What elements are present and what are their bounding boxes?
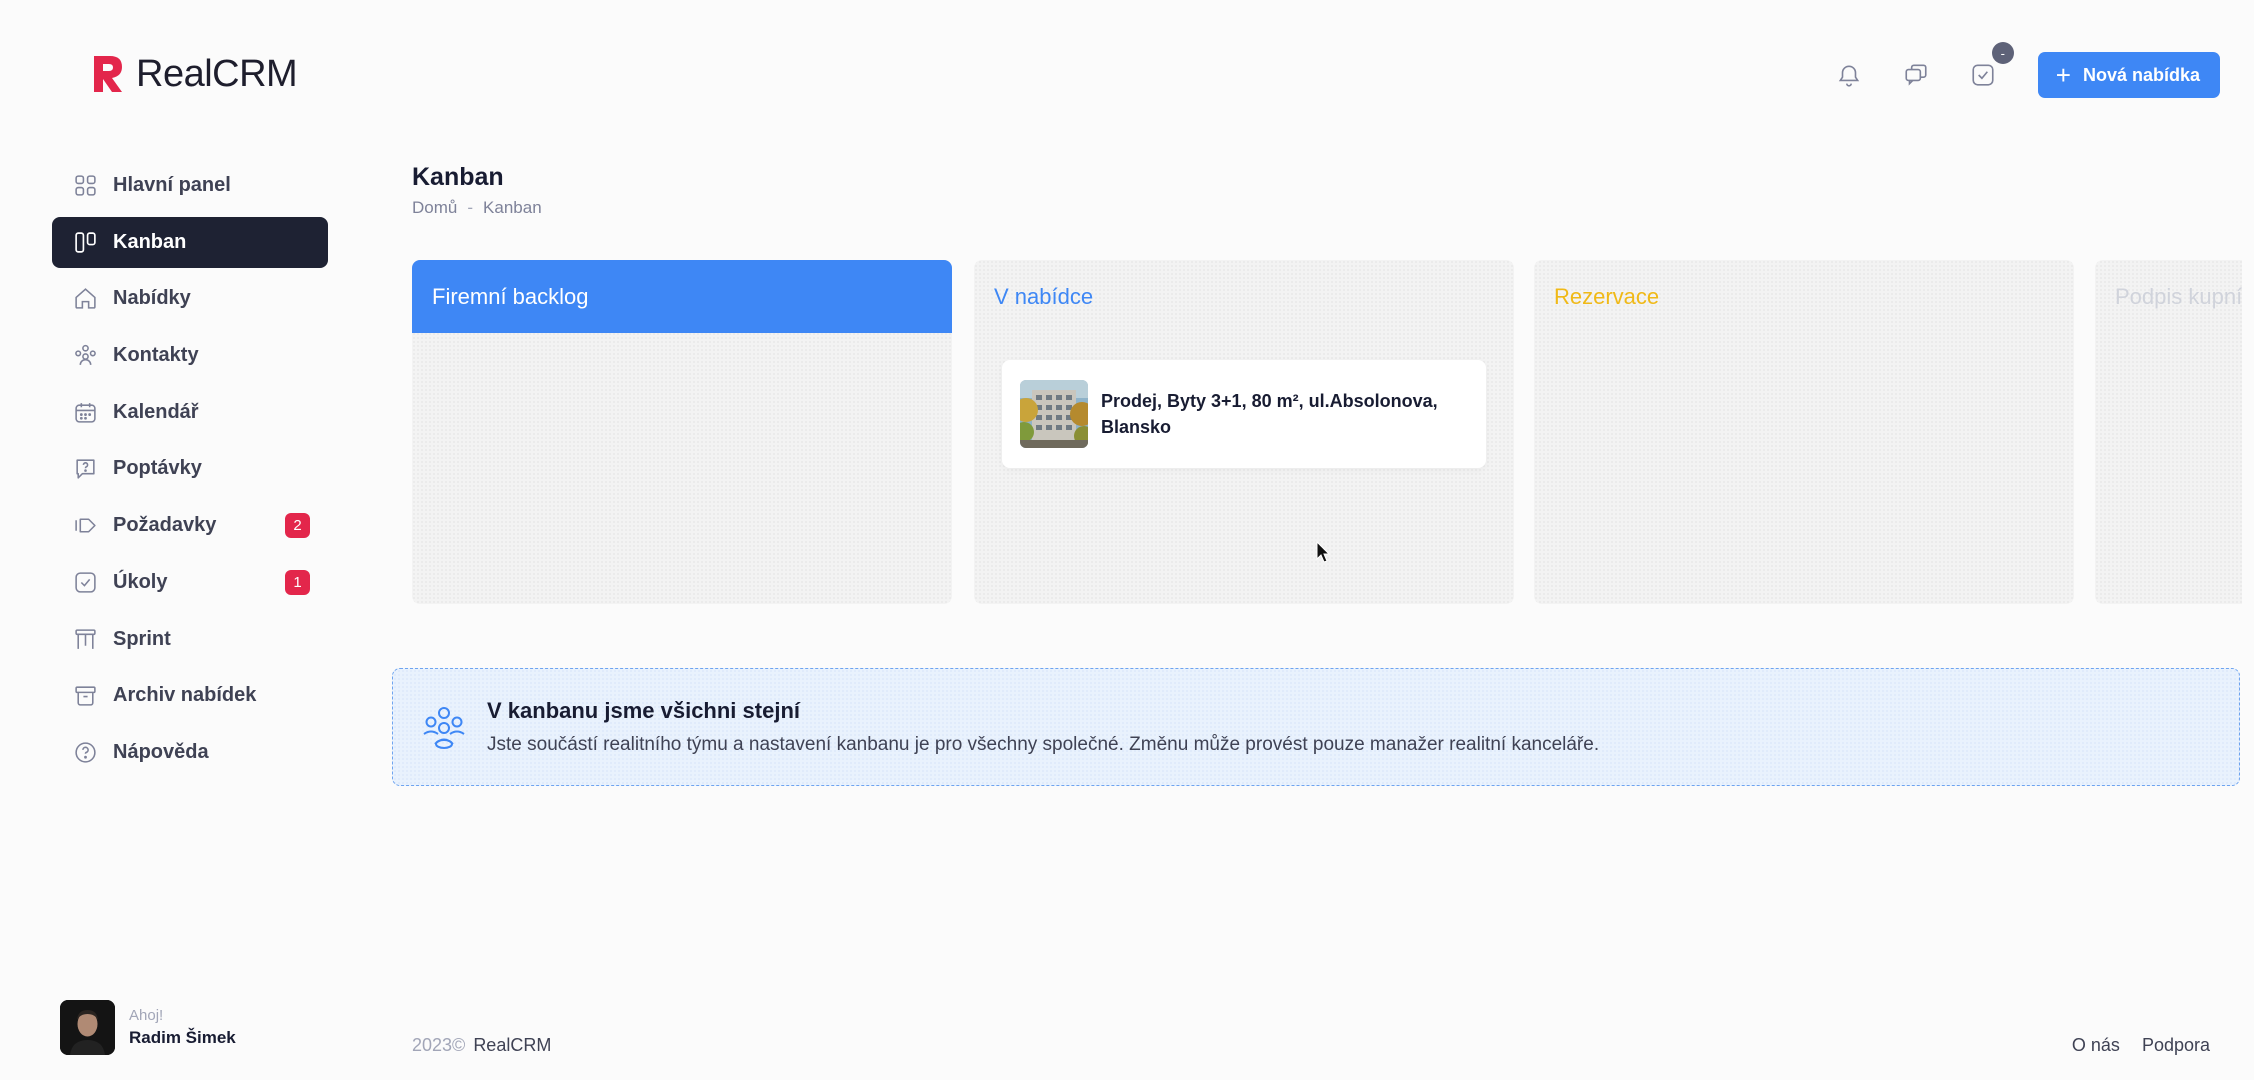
footer-links: O nás Podpora <box>2072 1035 2210 1056</box>
user-profile[interactable]: Ahoj! Radim Šimek <box>60 1000 236 1055</box>
info-text: Jste součástí realitního týmu a nastaven… <box>487 734 1600 755</box>
avatar <box>60 1000 115 1055</box>
card-title-line: Prodej, Byty 3+1, 80 m², ul.Absolonova, <box>1101 391 1438 411</box>
sidebar-item-archive[interactable]: Archiv nabídek <box>52 670 328 721</box>
footer-link-about[interactable]: O nás <box>2072 1035 2120 1056</box>
sprint-icon <box>72 626 98 652</box>
sidebar-item-label: Kontakty <box>113 344 199 367</box>
new-offer-label: Nová nabídka <box>2082 64 2200 85</box>
new-offer-button[interactable]: + Nová nabídka <box>2037 52 2220 98</box>
kanban-column-offered[interactable]: V nabídce Prodej, Byty 3+1, 80 m², ul.Ab… <box>974 260 1514 604</box>
messages-button[interactable] <box>1893 52 1939 98</box>
plus-icon: + <box>2055 60 2071 90</box>
breadcrumb: Domů - Kanban <box>412 198 542 218</box>
sidebar-item-sprint[interactable]: Sprint <box>52 614 328 665</box>
column-title: Rezervace <box>1554 283 1660 309</box>
kanban-column-contract[interactable]: Podpis kupní smlouvy <box>2095 260 2242 604</box>
help-icon <box>72 739 98 765</box>
sidebar-item-requests[interactable]: Požadavky 2 <box>52 500 328 551</box>
column-title: Podpis kupní smlouvy <box>2115 283 2242 309</box>
sidebar: Hlavní panel Kanban Nabídky Kontakty Kal… <box>52 160 328 784</box>
column-title: V nabídce <box>994 283 1094 309</box>
tasks-count-badge: 1 <box>285 569 310 595</box>
check-square-icon <box>1972 64 1994 86</box>
sidebar-item-label: Archiv nabídek <box>113 684 257 707</box>
sidebar-item-calendar[interactable]: Kalendář <box>52 387 328 438</box>
logo-text: RealCRM <box>136 52 298 95</box>
sidebar-item-dashboard[interactable]: Hlavní panel <box>52 160 328 211</box>
tasks-button[interactable]: - <box>1960 42 2014 98</box>
sidebar-item-label: Úkoly <box>113 570 168 593</box>
sidebar-item-help[interactable]: Nápověda <box>52 727 328 778</box>
kanban-icon <box>72 229 98 255</box>
breadcrumb-separator: - <box>467 198 474 217</box>
card-title: Prodej, Byty 3+1, 80 m², ul.Absolonova, … <box>1101 388 1438 440</box>
requests-badge: 2 <box>285 513 310 539</box>
check-icon <box>72 569 98 595</box>
sidebar-item-label: Nápověda <box>113 740 209 763</box>
sidebar-item-label: Požadavky <box>113 514 217 537</box>
sidebar-item-label: Kanban <box>113 230 187 253</box>
logo-icon <box>94 56 122 92</box>
footer-year: 2023© <box>412 1035 466 1055</box>
sidebar-item-label: Sprint <box>113 627 171 650</box>
chat-icon <box>1905 64 1927 86</box>
user-greeting: Ahoj! <box>129 1007 164 1024</box>
breadcrumb-current: Kanban <box>483 198 542 217</box>
sidebar-item-label: Nabídky <box>113 287 191 310</box>
logo[interactable]: RealCRM <box>90 52 298 96</box>
grid-icon <box>72 173 98 199</box>
column-title: Firemní backlog <box>412 260 952 333</box>
property-thumbnail <box>1020 380 1088 448</box>
people-icon <box>72 343 98 369</box>
sidebar-item-label: Kalendář <box>113 400 199 423</box>
team-icon <box>423 707 465 749</box>
footer-copyright: 2023© RealCRM <box>412 1035 551 1056</box>
home-icon <box>72 286 98 312</box>
info-notice: V kanbanu jsme všichni stejní Jste součá… <box>392 668 2240 786</box>
sidebar-item-kanban[interactable]: Kanban <box>52 216 328 268</box>
kanban-column-reservation[interactable]: Rezervace <box>1534 260 2074 604</box>
forward-icon <box>72 513 98 539</box>
sidebar-item-contacts[interactable]: Kontakty <box>52 330 328 381</box>
bell-icon <box>1838 65 1859 87</box>
sidebar-item-label: Hlavní panel <box>113 174 231 196</box>
info-title: V kanbanu jsme všichni stejní <box>487 698 800 723</box>
kanban-column-backlog[interactable]: Firemní backlog <box>412 260 952 604</box>
footer-link-support[interactable]: Podpora <box>2142 1035 2210 1056</box>
mouse-cursor-icon <box>1316 541 1331 563</box>
card-title-line: Blansko <box>1101 417 1172 437</box>
breadcrumb-home[interactable]: Domů <box>412 198 457 218</box>
tasks-badge: - <box>1991 42 2014 64</box>
header-actions: - + Nová nabídka <box>1805 42 2220 98</box>
sidebar-item-offers[interactable]: Nabídky <box>52 273 328 324</box>
page-title: Kanban <box>412 163 504 191</box>
user-name: Radim Šimek <box>129 1028 236 1047</box>
sidebar-item-label: Poptávky <box>113 457 202 480</box>
sidebar-item-tasks[interactable]: Úkoly 1 <box>52 557 328 608</box>
calendar-icon <box>72 399 98 425</box>
footer-brand[interactable]: RealCRM <box>473 1035 551 1056</box>
kanban-card[interactable]: Prodej, Byty 3+1, 80 m², ul.Absolonova, … <box>1002 360 1486 468</box>
question-chat-icon <box>72 456 98 482</box>
notifications-button[interactable] <box>1826 52 1872 98</box>
archive-icon <box>72 683 98 709</box>
sidebar-item-inquiries[interactable]: Poptávky <box>52 443 328 494</box>
